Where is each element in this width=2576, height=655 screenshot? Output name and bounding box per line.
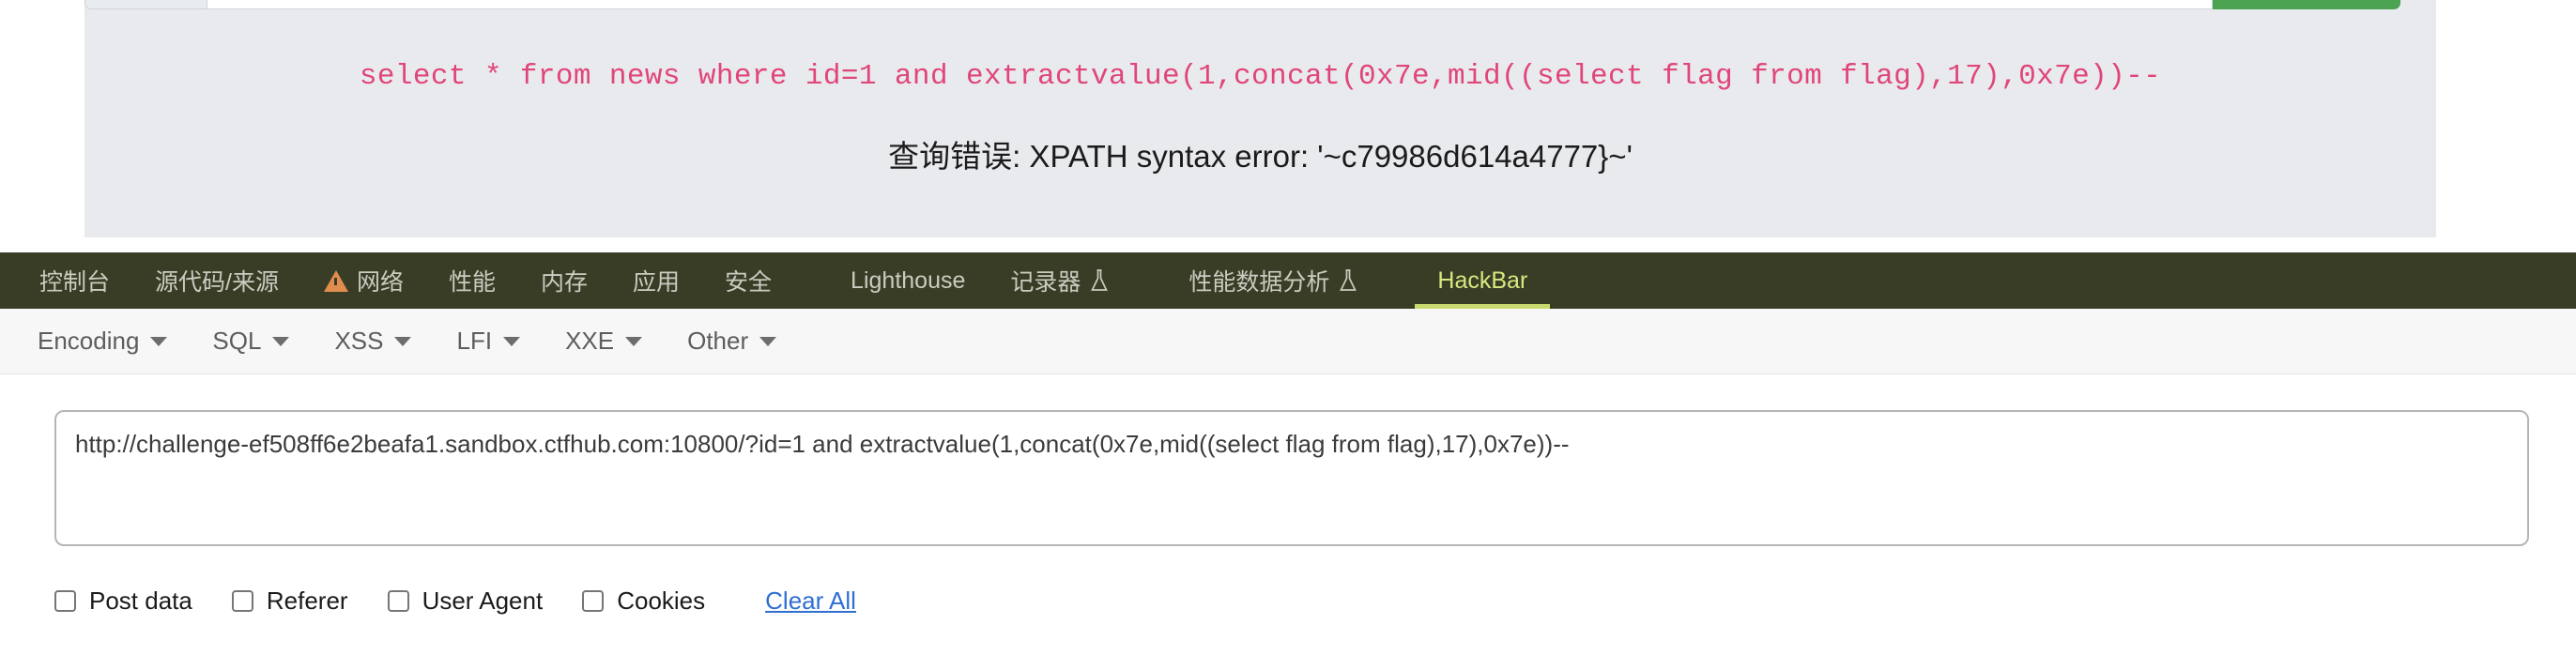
option-post-data-label: Post data <box>89 586 192 615</box>
tab-lighthouse[interactable]: Lighthouse <box>828 252 988 309</box>
chevron-down-icon <box>150 336 168 346</box>
chevron-down-icon <box>625 336 643 346</box>
chevron-down-icon <box>394 336 412 346</box>
tab-hackbar-label: HackBar <box>1437 267 1528 294</box>
menu-sql-label: SQL <box>212 327 262 355</box>
tab-hackbar[interactable]: HackBar <box>1415 252 1551 309</box>
option-referer[interactable]: Referer <box>231 586 348 616</box>
user-agent-checkbox[interactable] <box>387 590 409 612</box>
page-query-input[interactable] <box>207 0 2213 9</box>
tab-console-label: 控制台 <box>39 269 111 296</box>
tab-lighthouse-label: Lighthouse <box>851 267 966 294</box>
cookies-checkbox[interactable] <box>582 590 605 612</box>
tab-performance[interactable]: 性能 <box>426 252 518 309</box>
menu-lfi[interactable]: LFI <box>439 327 537 356</box>
page-content-card <box>84 0 2436 237</box>
menu-encoding-label: Encoding <box>38 327 140 355</box>
post-data-checkbox[interactable] <box>54 590 76 612</box>
tab-application[interactable]: 应用 <box>610 252 702 309</box>
option-user-agent[interactable]: User Agent <box>387 586 544 616</box>
option-cookies-label: Cookies <box>617 586 706 615</box>
warning-triangle-icon <box>323 269 348 292</box>
tab-network[interactable]: 网络 <box>301 252 426 309</box>
sql-error-message: 查询错误: XPATH syntax error: '~c79986d614a4… <box>888 139 1633 174</box>
clear-all-link[interactable]: Clear All <box>765 586 856 616</box>
input-group-prepend <box>84 0 207 9</box>
option-referer-label: Referer <box>266 586 348 615</box>
devtools-tabbar: 控制台 源代码/来源 网络 性能 内存 应用 安全 Lighthouse 记录器… <box>0 252 2576 309</box>
tab-security-label: 安全 <box>725 269 773 296</box>
flask-icon <box>1089 268 1110 293</box>
browser-page-viewport: select * from news where id=1 and extrac… <box>0 0 2576 238</box>
tab-sources-label: 源代码/来源 <box>155 269 279 296</box>
option-post-data[interactable]: Post data <box>54 586 192 616</box>
menu-xxe[interactable]: XXE <box>548 327 659 356</box>
menu-sql[interactable]: SQL <box>195 327 306 356</box>
page-search-input-group <box>84 0 2400 9</box>
tab-memory-label: 内存 <box>541 269 589 296</box>
chevron-down-icon <box>759 336 777 346</box>
menu-other-label: Other <box>687 327 749 355</box>
menu-xss-label: XSS <box>334 327 384 355</box>
tab-console[interactable]: 控制台 <box>17 252 132 309</box>
tab-recorder-label: 记录器 <box>1010 269 1081 296</box>
menu-encoding[interactable]: Encoding <box>21 327 184 356</box>
tab-performance-insights-label: 性能数据分析 <box>1188 269 1330 296</box>
menu-xxe-label: XXE <box>565 327 615 355</box>
tab-sources[interactable]: 源代码/来源 <box>132 252 301 309</box>
option-user-agent-label: User Agent <box>422 586 544 615</box>
menu-xss[interactable]: XSS <box>317 327 428 356</box>
flask-icon <box>1338 268 1358 293</box>
tab-performance-label: 性能 <box>448 269 496 296</box>
tab-security[interactable]: 安全 <box>702 252 794 309</box>
tab-application-label: 应用 <box>633 269 681 296</box>
hackbar-panel: Post data Referer User Agent Cookies Cle… <box>0 375 2576 655</box>
referer-checkbox[interactable] <box>231 590 253 612</box>
sql-query-echo: select * from news where id=1 and extrac… <box>359 60 2162 93</box>
page-submit-button[interactable] <box>2213 0 2400 9</box>
chevron-down-icon <box>503 336 521 346</box>
menu-lfi-label: LFI <box>456 327 493 355</box>
tab-memory[interactable]: 内存 <box>518 252 610 309</box>
option-cookies[interactable]: Cookies <box>582 586 705 616</box>
hackbar-menubar: Encoding SQL XSS LFI XXE Other <box>0 309 2576 374</box>
chevron-down-icon <box>272 336 290 346</box>
tab-performance-insights[interactable]: 性能数据分析 <box>1166 252 1381 309</box>
url-input[interactable] <box>54 410 2529 546</box>
menu-other[interactable]: Other <box>670 327 793 356</box>
tab-recorder[interactable]: 记录器 <box>988 252 1132 309</box>
request-options-row: Post data Referer User Agent Cookies Cle… <box>54 586 856 616</box>
tab-network-label: 网络 <box>356 269 404 296</box>
